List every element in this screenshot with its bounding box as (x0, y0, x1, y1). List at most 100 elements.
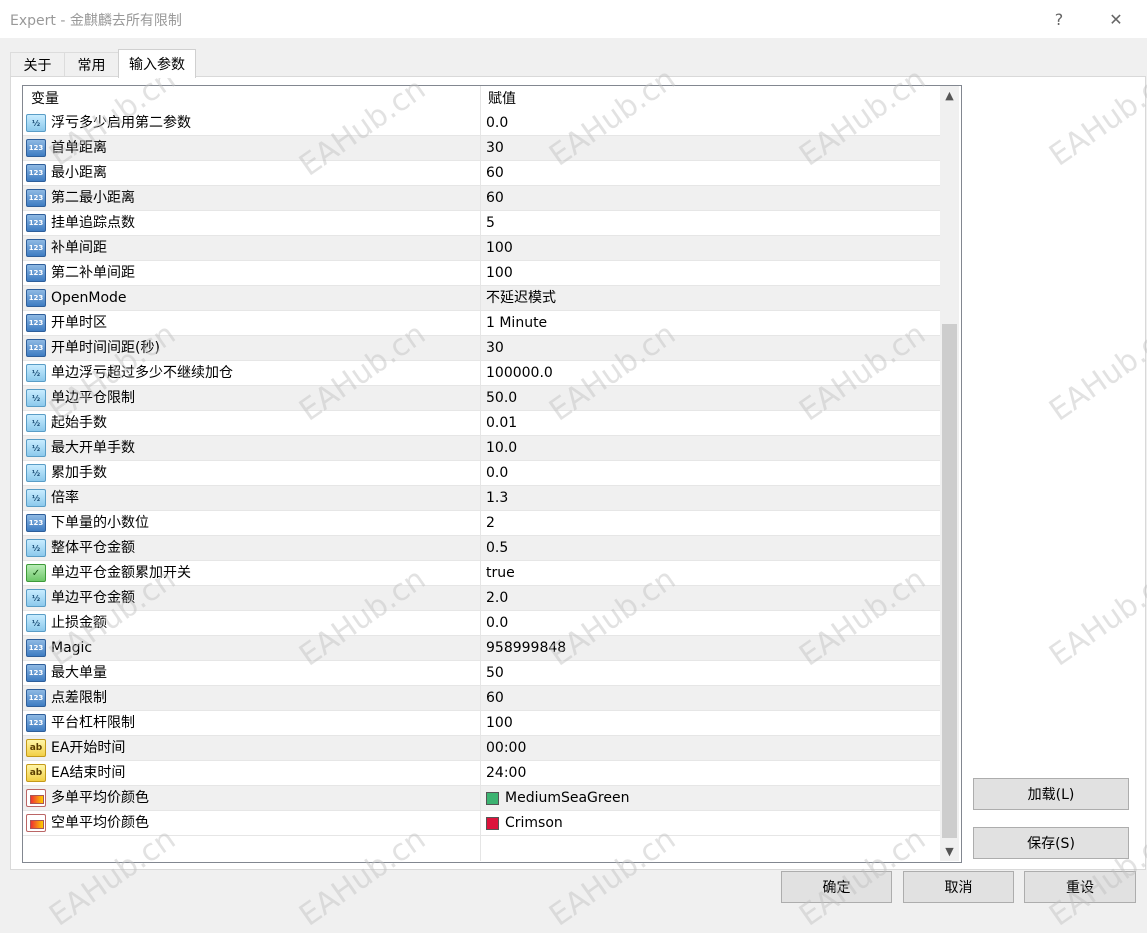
param-value[interactable]: 30 (486, 136, 504, 161)
param-value[interactable]: 100000.0 (486, 361, 553, 386)
param-value[interactable]: 60 (486, 186, 504, 211)
close-button[interactable]: ✕ (1093, 0, 1139, 38)
param-value[interactable]: MediumSeaGreen (486, 786, 629, 811)
table-row[interactable]: 123 最大单量 50 (23, 661, 940, 686)
table-row[interactable]: ½ 最大开单手数 10.0 (23, 436, 940, 461)
double-type-icon: ½ (26, 489, 46, 507)
param-name: 最大单量 (51, 665, 107, 681)
grid-header: 变量 赋值 (23, 86, 940, 111)
double-type-icon: ½ (26, 439, 46, 457)
param-value[interactable]: 0.0 (486, 611, 508, 636)
cancel-button[interactable]: 取消 (903, 871, 1014, 903)
scroll-thumb[interactable] (942, 324, 957, 838)
table-row[interactable]: ½ 累加手数 0.0 (23, 461, 940, 486)
color-name: Crimson (505, 815, 563, 831)
title-bar: Expert - 金麒麟去所有限制 ? ✕ (0, 0, 1147, 38)
param-value[interactable]: 00:00 (486, 736, 526, 761)
int-type-icon: 123 (26, 239, 46, 257)
help-button[interactable]: ? (1036, 0, 1082, 38)
param-value[interactable]: 50 (486, 661, 504, 686)
param-name: 单边平仓金额累加开关 (51, 565, 191, 581)
table-row[interactable]: 空单平均价颜色 Crimson (23, 811, 940, 836)
table-row[interactable]: 123 Magic 958999848 (23, 636, 940, 661)
param-value[interactable]: 0.01 (486, 411, 517, 436)
param-name: OpenMode (51, 290, 127, 306)
param-value[interactable]: 不延迟模式 (486, 286, 556, 311)
table-row[interactable]: 123 开单时区 1 Minute (23, 311, 940, 336)
table-row[interactable]: 123 平台杠杆限制 100 (23, 711, 940, 736)
parameters-grid: 变量 赋值 ½ 浮亏多少启用第二参数 0.0 123 首单距离 30 123 最小距离 60 12… (22, 85, 962, 863)
ok-button[interactable]: 确定 (781, 871, 892, 903)
param-name: 起始手数 (51, 415, 107, 431)
param-value[interactable]: 958999848 (486, 636, 566, 661)
param-name: 倍率 (51, 490, 79, 506)
table-row[interactable]: ab EA结束时间 24:00 (23, 761, 940, 786)
param-value[interactable]: 30 (486, 336, 504, 361)
param-value[interactable]: 10.0 (486, 436, 517, 461)
table-row[interactable]: 123 补单间距 100 (23, 236, 940, 261)
param-name: Magic (51, 640, 93, 656)
param-value[interactable]: 0.0 (486, 111, 508, 136)
string-type-icon: ab (26, 764, 46, 782)
tab-inputs[interactable]: 输入参数 (118, 49, 196, 78)
tab-about[interactable]: 关于 (10, 52, 65, 77)
param-value[interactable]: 100 (486, 711, 513, 736)
scroll-up-icon[interactable]: ▲ (940, 86, 959, 105)
table-row[interactable]: 123 OpenMode 不延迟模式 (23, 286, 940, 311)
table-row[interactable]: ✓ 单边平仓金额累加开关 true (23, 561, 940, 586)
param-value[interactable]: 60 (486, 161, 504, 186)
table-row[interactable]: ½ 整体平仓金额 0.5 (23, 536, 940, 561)
table-row[interactable]: 123 下单量的小数位 2 (23, 511, 940, 536)
param-value[interactable]: 2 (486, 511, 495, 536)
param-value[interactable]: 1.3 (486, 486, 508, 511)
table-row[interactable]: ½ 单边平仓限制 50.0 (23, 386, 940, 411)
double-type-icon: ½ (26, 364, 46, 382)
param-value[interactable]: 50.0 (486, 386, 517, 411)
double-type-icon: ½ (26, 589, 46, 607)
table-row[interactable]: 123 第二补单间距 100 (23, 261, 940, 286)
param-name: 止损金额 (51, 615, 107, 631)
param-name: 单边浮亏超过多少不继续加仓 (51, 365, 233, 381)
param-value[interactable]: 5 (486, 211, 495, 236)
param-name: 空单平均价颜色 (51, 815, 149, 831)
param-value[interactable]: 2.0 (486, 586, 508, 611)
save-button[interactable]: 保存(S) (973, 827, 1129, 859)
param-name: 平台杠杆限制 (51, 715, 135, 731)
param-value[interactable]: 100 (486, 236, 513, 261)
load-button[interactable]: 加载(L) (973, 778, 1129, 810)
table-row[interactable]: 123 首单距离 30 (23, 136, 940, 161)
table-row[interactable]: 多单平均价颜色 MediumSeaGreen (23, 786, 940, 811)
bool-type-icon: ✓ (26, 564, 46, 582)
color-type-icon (26, 789, 46, 807)
param-value[interactable]: 1 Minute (486, 311, 547, 336)
table-row[interactable]: 123 第二最小距离 60 (23, 186, 940, 211)
param-name: 浮亏多少启用第二参数 (51, 115, 191, 131)
param-value[interactable]: Crimson (486, 811, 563, 836)
param-value[interactable]: 0.5 (486, 536, 508, 561)
vertical-scrollbar[interactable]: ▲ ▼ (940, 86, 959, 861)
table-row[interactable]: ½ 单边浮亏超过多少不继续加仓 100000.0 (23, 361, 940, 386)
table-row[interactable]: ½ 倍率 1.3 (23, 486, 940, 511)
param-name: EA结束时间 (51, 765, 126, 781)
table-row[interactable]: ½ 单边平仓金额 2.0 (23, 586, 940, 611)
double-type-icon: ½ (26, 464, 46, 482)
table-row[interactable]: 123 点差限制 60 (23, 686, 940, 711)
param-value[interactable]: 100 (486, 261, 513, 286)
scroll-down-icon[interactable]: ▼ (940, 842, 959, 861)
header-value[interactable]: 赋值 (480, 86, 940, 111)
table-row[interactable]: 123 最小距离 60 (23, 161, 940, 186)
header-variable[interactable]: 变量 (23, 86, 480, 111)
param-value[interactable]: 60 (486, 686, 504, 711)
int-type-icon: 123 (26, 264, 46, 282)
table-row[interactable]: 123 开单时间间距(秒) 30 (23, 336, 940, 361)
table-row[interactable]: ½ 浮亏多少启用第二参数 0.0 (23, 111, 940, 136)
table-row[interactable]: ab EA开始时间 00:00 (23, 736, 940, 761)
tab-common[interactable]: 常用 (64, 52, 119, 77)
reset-button[interactable]: 重设 (1024, 871, 1136, 903)
table-row[interactable]: 123 挂单追踪点数 5 (23, 211, 940, 236)
param-value[interactable]: 24:00 (486, 761, 526, 786)
param-value[interactable]: true (486, 561, 515, 586)
table-row[interactable]: ½ 止损金额 0.0 (23, 611, 940, 636)
param-value[interactable]: 0.0 (486, 461, 508, 486)
table-row[interactable]: ½ 起始手数 0.01 (23, 411, 940, 436)
